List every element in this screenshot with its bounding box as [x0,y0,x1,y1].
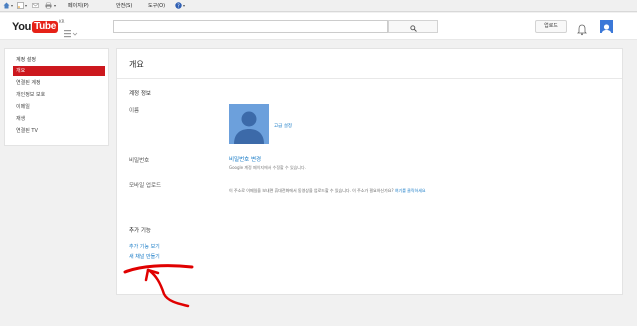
change-password-link[interactable]: 비밀번호 변경 [229,155,261,163]
chevron-down-icon[interactable]: ▾ [25,0,27,12]
advanced-settings-link[interactable]: 고급 설정 [274,123,292,129]
sidebar-item-connected-accounts[interactable]: 연결된 계정 [13,78,105,88]
password-note: Google 계정 페이지에서 수정할 수 있습니다. [229,165,306,170]
account-info-heading: 계정 정보 [129,91,151,97]
password-label: 비밀번호 [129,158,150,164]
create-new-channel-link[interactable]: 새 채널 만들기 [129,253,160,260]
search-icon [409,17,417,36]
chevron-down-icon[interactable]: ▾ [183,0,185,12]
search-button[interactable] [388,20,438,33]
logo-you-text: You [12,21,32,33]
logo-tube-text: Tube [32,21,59,33]
sidebar-title: 계정 설정 [16,57,36,63]
mobile-upload-description: 이 주소로 이메일을 보내면 휴대전화에서 동영상을 업로드할 수 있습니다. … [229,187,501,194]
page-menu[interactable]: 페이지(P) [68,0,89,12]
safety-menu[interactable]: 안전(S) [116,0,132,12]
search-input[interactable] [113,20,388,33]
chevron-down-icon[interactable]: ▾ [54,0,56,12]
notifications-bell-icon[interactable] [577,21,587,36]
extra-features-heading: 추가 기능 [129,228,151,234]
mobile-upload-label: 모바일 업로드 [129,183,162,189]
guide-menu-icon[interactable] [64,23,78,38]
account-avatar[interactable] [600,20,613,33]
sidebar-item-email[interactable]: 이메일 [13,102,105,112]
divider [117,78,622,79]
chevron-down-icon[interactable]: ▾ [11,0,13,12]
home-icon[interactable] [3,2,10,9]
help-icon[interactable]: ? [175,2,182,9]
sidebar-item-overview[interactable]: 개요 [13,66,105,76]
feeds-icon[interactable] [17,2,24,9]
overview-panel: 개요 계정 정보 이름 고급 설정 비밀번호 비밀번호 변경 Google 계정… [116,48,623,295]
mail-icon[interactable] [32,2,39,9]
view-extra-features-link[interactable]: 추가 기능 보기 [129,243,160,250]
mobile-upload-text: 이 주소로 이메일을 보내면 휴대전화에서 동영상을 업로드할 수 있습니다. … [229,188,394,193]
page-title: 개요 [129,60,144,69]
youtube-logo[interactable]: You Tube KR [12,19,64,34]
upload-button[interactable]: 업로드 [535,20,567,33]
tools-menu[interactable]: 도구(O) [148,0,165,12]
click-here-link[interactable]: 여기를 클릭하세요 [395,188,426,193]
svg-text:?: ? [177,3,180,9]
profile-picture[interactable] [229,104,269,144]
account-settings-sidebar: 계정 설정 개요 연결된 계정 개인정보 보호 이메일 재생 연결된 TV [4,48,109,146]
sidebar-item-connected-tv[interactable]: 연결된 TV [13,126,105,136]
sidebar-item-playback[interactable]: 재생 [13,114,105,124]
print-icon[interactable] [45,2,52,9]
sidebar-item-privacy[interactable]: 개인정보 보호 [13,90,105,100]
browser-command-bar: ▾ ▾ ▾ 페이지(P) 안전(S) 도구(O) ? ▾ [0,0,637,12]
name-label: 이름 [129,108,140,114]
site-header: You Tube KR 업로드 [0,13,637,40]
